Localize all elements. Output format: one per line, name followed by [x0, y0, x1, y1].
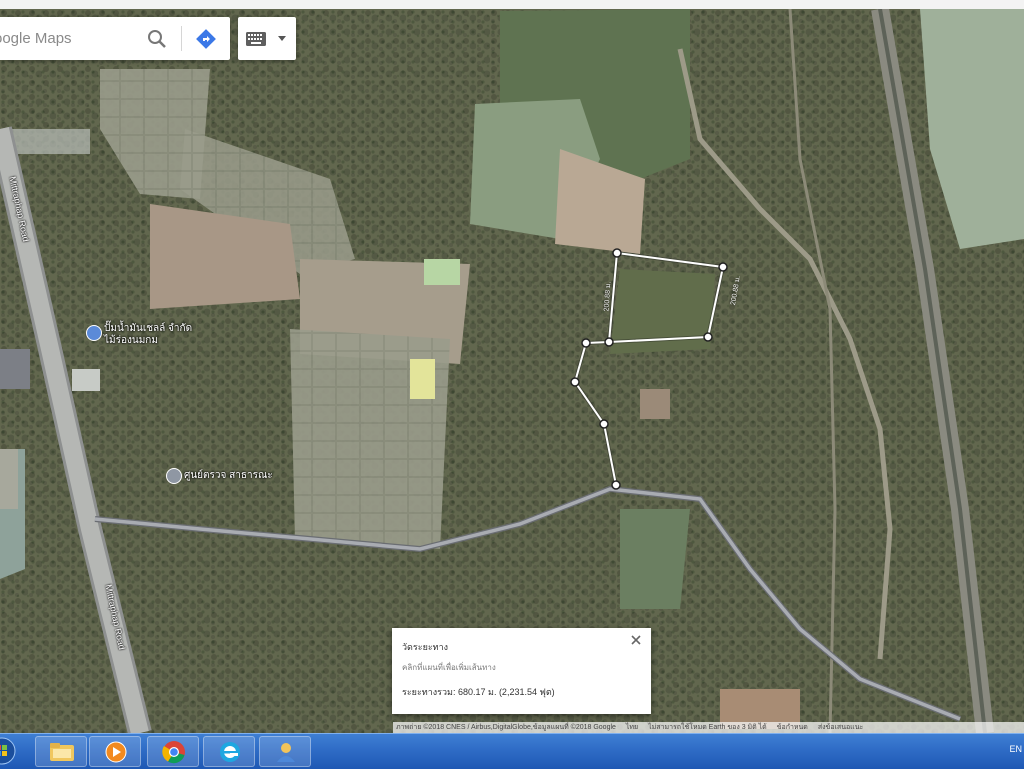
measure-path[interactable] [0, 9, 1024, 733]
terms-link[interactable]: ข้อกำหนด [777, 722, 808, 733]
map-canvas[interactable]: 200.88 ม. 200.88 ม. Mittraphap Road Mitt… [0, 9, 1024, 733]
measure-hint: คลิกที่แผนที่เพื่อเพิ่มเส้นทาง [402, 663, 496, 672]
directions-icon[interactable] [194, 27, 218, 51]
taskbar-user-button[interactable] [259, 736, 311, 767]
earth-promo[interactable]: ไม่สามารถใช้โหมด Earth ของ 3 มิติ ได้ [648, 722, 767, 733]
taskbar-chrome-button[interactable] [147, 736, 199, 767]
measure-point[interactable] [612, 248, 622, 258]
chrome-icon [162, 741, 185, 764]
region-link[interactable]: ไทย [626, 722, 638, 733]
taskbar-ie-button[interactable] [203, 736, 255, 767]
taskbar-explorer-button[interactable] [35, 736, 87, 767]
search-divider [181, 26, 182, 51]
windows-taskbar: EN [0, 733, 1024, 769]
close-icon[interactable] [630, 634, 642, 646]
input-tools-button[interactable] [238, 17, 296, 60]
keyboard-icon [246, 32, 266, 46]
measure-distance-panel: วัดระยะทาง คลิกที่แผนที่เพื่อเพิ่มเส้นทา… [392, 628, 651, 714]
media-player-icon [105, 741, 127, 763]
distance-label: 200.88 ม. [603, 281, 613, 312]
chevron-down-icon [278, 36, 286, 41]
measure-title: วัดระยะทาง [402, 642, 449, 652]
poi-label[interactable]: ศูนย์ตรวจ สาธารณะ [184, 470, 273, 482]
taskbar-media-player-button[interactable] [89, 736, 141, 767]
gas-station-marker-icon[interactable] [86, 325, 102, 341]
ie-icon [220, 742, 240, 762]
imagery-attribution: ภาพถ่าย ©2018 CNES / Airbus,DigitalGlobe… [396, 724, 616, 731]
poi-label[interactable]: ปั๊มน้ำมันเชลล์ จำกัด ไม้ร่องนมกม [104, 323, 192, 347]
measure-point[interactable] [581, 338, 591, 348]
feedback-link[interactable]: ส่งข้อเสนอแนะ [818, 722, 863, 733]
start-button-icon[interactable] [0, 736, 20, 767]
measure-point[interactable] [604, 337, 614, 347]
measure-point[interactable] [718, 262, 728, 272]
search-input[interactable] [0, 17, 134, 60]
search-icon[interactable] [146, 28, 168, 50]
language-indicator[interactable]: EN [1009, 744, 1022, 754]
measure-point[interactable] [703, 332, 713, 342]
place-marker-icon[interactable] [166, 468, 182, 484]
measure-total: ระยะทางรวม: 680.17 ม. (2,231.54 ฟุต) [402, 687, 555, 697]
measure-point[interactable] [611, 480, 621, 490]
explorer-icon [50, 743, 74, 761]
search-box [0, 17, 230, 60]
measure-point[interactable] [599, 419, 609, 429]
measure-point[interactable] [570, 377, 580, 387]
map-attribution: ภาพถ่าย ©2018 CNES / Airbus,DigitalGlobe… [393, 722, 1024, 733]
user-icon [277, 743, 295, 762]
